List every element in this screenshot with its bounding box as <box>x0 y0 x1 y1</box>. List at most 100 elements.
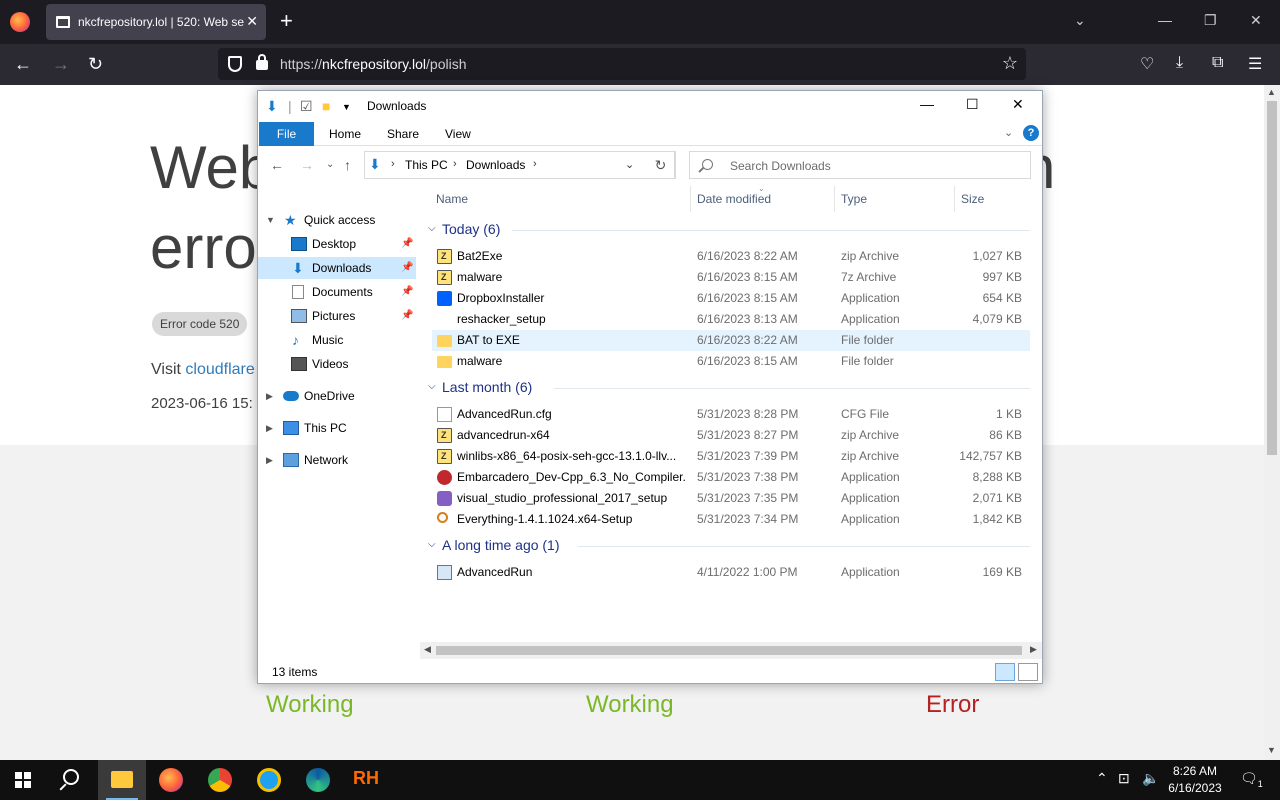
firefox-icon[interactable] <box>10 12 30 32</box>
nav-downloads[interactable]: ⬇ Downloads 📌 <box>258 257 416 279</box>
expand-ribbon-icon[interactable]: ⌄ <box>1004 126 1013 139</box>
file-row[interactable]: malware 6/16/2023 8:15 AM File folder <box>432 351 1030 372</box>
file-row[interactable]: reshacker_setup 6/16/2023 8:13 AM Applic… <box>432 309 1030 330</box>
tracking-protection-icon[interactable] <box>228 56 242 72</box>
taskbar-file-explorer[interactable] <box>98 760 146 800</box>
collapse-group-icon[interactable]: ⌵ <box>428 381 436 392</box>
file-row[interactable]: DropboxInstaller 6/16/2023 8:15 AM Appli… <box>432 288 1030 309</box>
file-row[interactable]: Embarcadero_Dev-Cpp_6.3_No_Compiler... 5… <box>432 467 1030 488</box>
show-hidden-icons[interactable]: ⌃ <box>1096 770 1108 787</box>
column-separator[interactable] <box>690 186 691 212</box>
address-bar[interactable]: ⬇ › This PC › Downloads › ⌄ <box>364 151 676 179</box>
taskbar-chrome[interactable] <box>196 760 244 800</box>
clock[interactable]: 8:26 AM 6/16/2023 <box>1166 763 1224 797</box>
address-dropdown-icon[interactable]: ⌄ <box>625 158 634 171</box>
breadcrumb-separator[interactable]: › <box>391 158 395 170</box>
nav-music[interactable]: ♪ Music <box>258 329 416 351</box>
scroll-right-icon[interactable]: ▶ <box>1030 644 1037 655</box>
expand-icon[interactable]: ▶ <box>266 417 273 439</box>
expand-icon[interactable]: ▶ <box>266 449 273 471</box>
group-header-today[interactable]: ⌵ Today (6) <box>424 220 1030 240</box>
nav-documents[interactable]: Documents 📌 <box>258 281 416 303</box>
pocket-icon[interactable]: ♡ <box>1140 54 1154 74</box>
downloads-icon[interactable]: ⤓ <box>1176 54 1183 72</box>
tab-home[interactable]: Home <box>329 127 361 141</box>
tab-share[interactable]: Share <box>387 127 419 141</box>
file-row[interactable]: AdvancedRun 4/11/2022 1:00 PM Applicatio… <box>432 562 1030 583</box>
lock-icon[interactable] <box>256 54 268 70</box>
restore-icon[interactable]: ❐ <box>1204 12 1217 29</box>
help-icon[interactable]: ? <box>1023 125 1039 141</box>
extensions-icon[interactable]: ⧉ <box>1212 54 1223 72</box>
scroll-thumb[interactable] <box>436 646 1022 655</box>
explorer-titlebar[interactable]: ⬇ | ☑ ■ ▼ Downloads — ☐ ✕ <box>258 91 1042 121</box>
close-tab-icon[interactable]: ✕ <box>246 13 258 30</box>
nav-videos[interactable]: Videos <box>258 353 416 375</box>
file-row[interactable]: advancedrun-x64 5/31/2023 8:27 PM zip Ar… <box>432 425 1030 446</box>
refresh-icon[interactable]: ↻ <box>647 151 675 179</box>
tab-view[interactable]: View <box>445 127 471 141</box>
breadcrumb-downloads[interactable]: Downloads <box>466 158 525 172</box>
recent-locations-icon[interactable]: ⌄ <box>326 159 334 170</box>
nav-quick-access[interactable]: ▼ ★ Quick access <box>258 209 416 231</box>
tab-file[interactable]: File <box>259 122 314 146</box>
nav-this-pc[interactable]: ▶ This PC <box>258 417 416 439</box>
notification-icon[interactable]: 🗨1 <box>1240 770 1263 789</box>
column-header-type[interactable]: Type <box>841 186 867 212</box>
nav-pictures[interactable]: Pictures 📌 <box>258 305 416 327</box>
collapse-group-icon[interactable]: ⌵ <box>428 539 436 550</box>
scroll-left-icon[interactable]: ◀ <box>424 644 431 655</box>
file-row[interactable]: visual_studio_professional_2017_setup 5/… <box>432 488 1030 509</box>
network-status-icon[interactable]: ⊡ <box>1118 770 1130 787</box>
menu-icon[interactable]: ☰ <box>1248 54 1262 74</box>
page-scrollbar[interactable]: ▲ ▼ <box>1264 85 1280 760</box>
start-button[interactable] <box>0 760 48 800</box>
nav-network[interactable]: ▶ Network <box>258 449 416 471</box>
scroll-up-icon[interactable]: ▲ <box>1267 87 1276 97</box>
details-view-icon[interactable] <box>995 663 1015 681</box>
column-header-size[interactable]: Size <box>961 186 984 212</box>
scroll-down-icon[interactable]: ▼ <box>1267 745 1276 755</box>
url-bar[interactable]: https://nkcfrepository.lol/polish ☆ <box>218 48 1026 80</box>
nav-desktop[interactable]: Desktop 📌 <box>258 233 416 255</box>
file-row[interactable]: winlibs-x86_64-posix-seh-gcc-13.1.0-llv.… <box>432 446 1030 467</box>
collapse-icon[interactable]: ▼ <box>266 209 275 231</box>
breadcrumb-separator[interactable]: › <box>453 158 457 170</box>
taskbar-edge[interactable] <box>294 760 342 800</box>
collapse-group-icon[interactable]: ⌵ <box>428 223 436 234</box>
large-icons-view-icon[interactable] <box>1018 663 1038 681</box>
volume-muted-icon[interactable]: 🔈 <box>1142 770 1159 787</box>
back-icon[interactable]: ← <box>270 157 284 173</box>
group-header-last-month[interactable]: ⌵ Last month (6) <box>424 378 1030 398</box>
properties-icon[interactable]: ☑ <box>300 98 313 115</box>
horizontal-scrollbar[interactable]: ◀ ▶ <box>420 642 1042 659</box>
file-row[interactable]: Bat2Exe 6/16/2023 8:22 AM zip Archive 1,… <box>432 246 1030 267</box>
taskbar-internet-explorer[interactable] <box>245 760 293 800</box>
breadcrumb-this-pc[interactable]: This PC <box>405 158 448 172</box>
cloudflare-link[interactable]: cloudflare <box>185 361 254 378</box>
forward-icon[interactable]: → <box>52 54 70 74</box>
browser-tab[interactable]: nkcfrepository.lol | 520: Web se ✕ <box>46 4 266 40</box>
column-header-name[interactable]: Name <box>436 186 468 212</box>
bookmark-star-icon[interactable]: ☆ <box>1002 53 1018 74</box>
reload-icon[interactable]: ↻ <box>88 54 103 74</box>
breadcrumb-separator[interactable]: › <box>533 158 537 170</box>
minimize-icon[interactable]: — <box>1158 12 1172 28</box>
search-button[interactable] <box>49 760 97 800</box>
search-input[interactable]: Search Downloads <box>689 151 1031 179</box>
file-row[interactable]: AdvancedRun.cfg 5/31/2023 8:28 PM CFG Fi… <box>432 404 1030 425</box>
url-text[interactable]: https://nkcfrepository.lol/polish <box>280 56 467 72</box>
scroll-thumb[interactable] <box>1267 101 1277 455</box>
group-header-long-ago[interactable]: ⌵ A long time ago (1) <box>424 536 1030 556</box>
minimize-icon[interactable]: — <box>920 96 934 112</box>
file-row[interactable]: Everything-1.4.1.1024.x64-Setup 5/31/202… <box>432 509 1030 530</box>
up-icon[interactable]: ↑ <box>344 157 351 173</box>
file-row[interactable]: malware 6/16/2023 8:15 AM 7z Archive 997… <box>432 267 1030 288</box>
taskbar-firefox[interactable] <box>147 760 195 800</box>
back-icon[interactable]: ← <box>14 54 32 74</box>
column-separator[interactable] <box>954 186 955 212</box>
list-all-tabs-icon[interactable]: ⌄ <box>1074 12 1086 29</box>
new-folder-icon[interactable]: ■ <box>322 98 330 114</box>
forward-icon[interactable]: → <box>300 157 314 173</box>
file-row[interactable]: BAT to EXE 6/16/2023 8:22 AM File folder <box>432 330 1030 351</box>
